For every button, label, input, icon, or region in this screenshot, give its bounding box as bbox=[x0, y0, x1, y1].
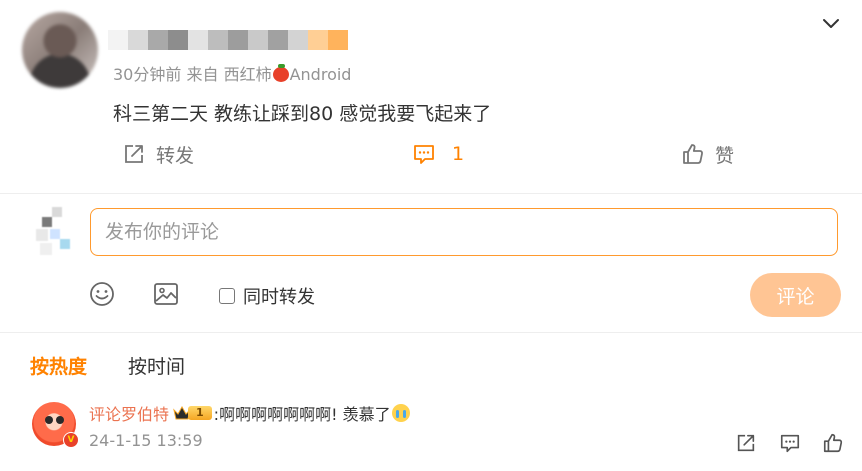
emoji-icon[interactable] bbox=[89, 281, 115, 307]
vip-badge[interactable]: 1 bbox=[173, 404, 212, 422]
post-source-prefix: 来自 bbox=[186, 65, 219, 84]
comment-button[interactable]: 1 bbox=[412, 142, 464, 166]
submit-comment-button[interactable]: 评论 bbox=[750, 273, 841, 317]
image-icon[interactable] bbox=[153, 281, 179, 307]
comment-repost-icon[interactable] bbox=[735, 432, 757, 454]
tomato-icon bbox=[272, 64, 289, 82]
chevron-down-icon[interactable] bbox=[822, 14, 840, 32]
repost-toggle[interactable]: 同时转发 bbox=[219, 283, 315, 309]
tab-sort-hot[interactable]: 按热度 bbox=[30, 352, 87, 379]
author-name-redacted[interactable] bbox=[108, 30, 348, 50]
comment-input[interactable] bbox=[90, 208, 838, 256]
post-text: 科三第二天 教练让踩到80 感觉我要飞起来了 bbox=[113, 103, 492, 125]
like-label: 赞 bbox=[715, 144, 735, 167]
post-meta: 30分钟前 来自 西红柿 Android bbox=[113, 61, 351, 85]
comment-username[interactable]: 评论罗伯特 bbox=[89, 401, 169, 425]
vip-level: 1 bbox=[188, 406, 212, 420]
comment-icon bbox=[414, 145, 434, 164]
current-user-avatar bbox=[32, 203, 76, 259]
comment-text: :啊啊啊啊啊啊啊! 羡慕了 bbox=[213, 405, 391, 424]
divider bbox=[0, 193, 862, 194]
author-avatar[interactable] bbox=[22, 12, 98, 88]
comment-like-icon[interactable] bbox=[822, 432, 844, 454]
verified-badge: V bbox=[63, 432, 79, 448]
tab-sort-time[interactable]: 按时间 bbox=[128, 352, 185, 379]
comment-line: 评论罗伯特 1 :啊啊啊啊啊啊啊! 羡慕了 bbox=[89, 401, 410, 425]
avatar-eye bbox=[56, 416, 64, 424]
comment-count: 1 bbox=[452, 143, 465, 165]
thumbs-up-icon bbox=[683, 144, 703, 164]
repost-checkbox-label: 同时转发 bbox=[243, 287, 315, 308]
repost-icon bbox=[125, 145, 143, 163]
comment-timestamp: 24-1-15 13:59 bbox=[89, 431, 203, 450]
divider bbox=[0, 332, 862, 333]
avatar-eye bbox=[45, 416, 53, 424]
comment-reply-icon[interactable] bbox=[779, 432, 801, 454]
crying-face-icon bbox=[391, 404, 410, 422]
post-source-platform[interactable]: Android bbox=[290, 65, 352, 84]
repost-button[interactable]: 转发 bbox=[122, 142, 195, 167]
repost-checkbox[interactable] bbox=[219, 288, 235, 304]
post-time: 30分钟前 bbox=[113, 65, 182, 84]
repost-label: 转发 bbox=[156, 144, 195, 167]
like-button[interactable]: 赞 bbox=[681, 142, 735, 167]
post-source-app[interactable]: 西红柿 bbox=[224, 65, 272, 84]
